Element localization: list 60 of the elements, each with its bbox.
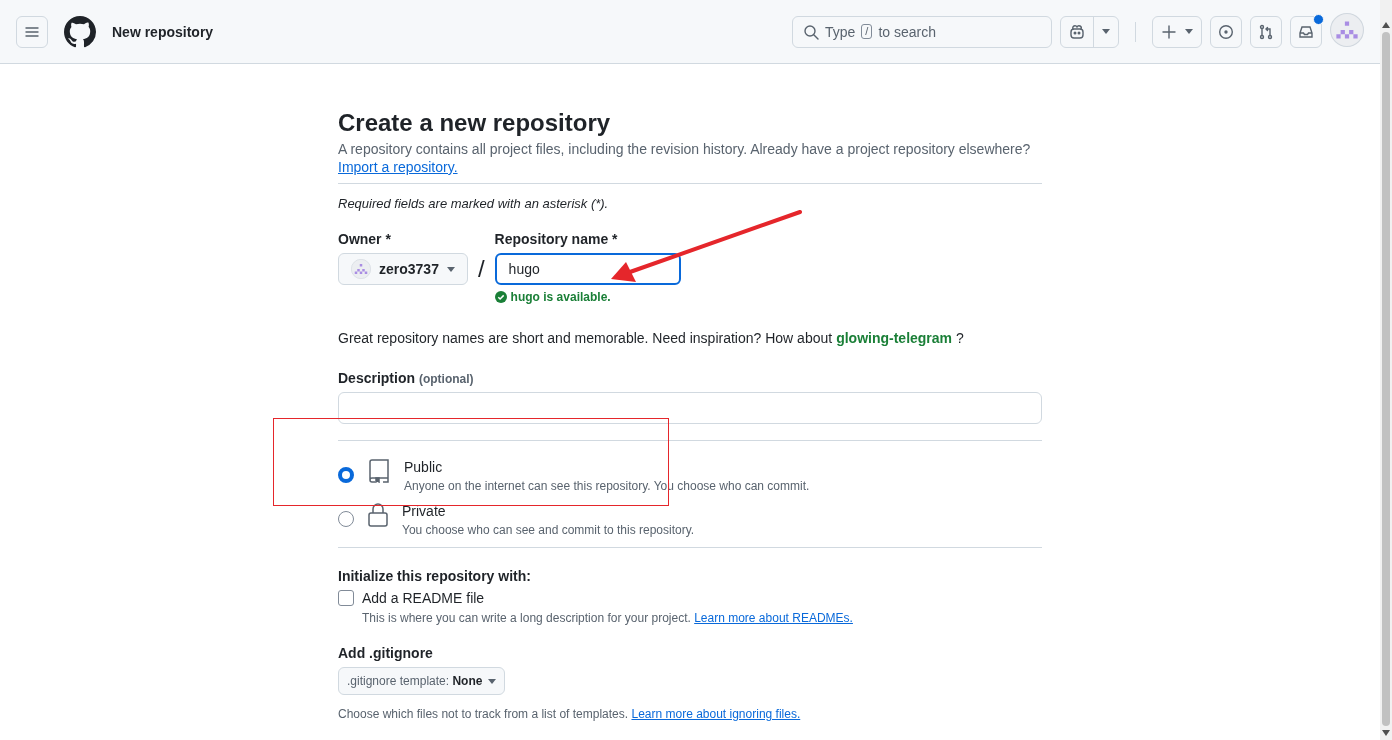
scrollbar[interactable] [1380,0,1392,740]
page-title: New repository [112,23,214,40]
availability-message: hugo is available. [510,290,611,304]
scroll-up-arrow-icon[interactable] [1382,22,1390,28]
pull-request-icon [1258,23,1274,40]
visibility-radio[interactable] [338,467,354,483]
book-icon [368,459,390,483]
circle-dot-icon [1218,23,1234,40]
visibility-description: You choose who can see and commit to this repository. [402,523,695,537]
keyboard-key: / [861,24,873,39]
octocat-logo-icon[interactable] [64,15,96,48]
search-icon [803,23,819,40]
search-field[interactable]: Type / to search [792,15,1052,48]
check-circle-icon [494,291,507,303]
gitignore-dropdown[interactable]: .gitignore template: None [338,667,506,695]
inbox-icon [1298,23,1314,40]
readme-help: This is where you can write a long description for your project. [362,611,691,625]
caret-icon [488,678,497,684]
visibility-label: Private [402,503,447,519]
robot-face-icon [1069,23,1085,40]
description-field[interactable] [338,392,1042,424]
repository-name-label: Repository name * [494,231,619,247]
readme-checkbox[interactable] [338,590,354,606]
owner-label: Owner * [338,231,392,247]
owner-dropdown[interactable]: zero3737 [338,253,468,285]
pull-requests-button[interactable] [1250,15,1282,48]
import-link[interactable]: Import a repository. [338,159,458,175]
caret-icon [1102,29,1110,34]
inbox-button[interactable] [1290,15,1322,48]
search-placeholder: Type [825,23,856,40]
visibility-label: Public [404,459,444,475]
required-note: Required fields are marked with an asterisk (*). [338,196,610,211]
create-new-button[interactable] [1152,15,1202,48]
copilot-button[interactable] [1060,15,1119,48]
page-heading: Create a new repository [338,109,612,137]
gitignore-heading: Add .gitignore [338,645,434,661]
caret-icon [1185,29,1193,34]
suggestion-suffix: ? [956,330,964,346]
optional-hint: (optional) [418,372,474,386]
gitignore-help: Choose which files not to track from a list of templates. [338,707,629,721]
padlock-icon [368,503,388,527]
visibility-radio[interactable] [338,511,354,527]
repository-name-field[interactable]: hugo [494,253,681,285]
intro-text: A repository contains all project files, including the revision history. Already have a project repository elsewhere? [338,141,1032,157]
search-placeholder: to search [878,23,936,40]
initialize-heading: Initialize this repository with: [338,568,532,584]
owner-avatar [351,259,371,279]
readmes-link[interactable]: Learn more about READMEs. [694,611,853,625]
ignoring-files-link[interactable]: Learn more about ignoring files. [631,707,801,721]
plus-icon [1161,23,1177,40]
suggested-name[interactable]: glowing-telegram [836,330,953,346]
scroll-down-arrow-icon[interactable] [1382,730,1390,736]
caret-icon [446,266,455,272]
user-avatar [1330,12,1364,47]
description-label: Description [338,370,415,386]
path-separator: / [476,255,486,283]
readme-label: Add a README file [362,590,485,606]
menu-button[interactable] [16,15,48,48]
suggestion-text: Great repository names are short and memorable. Need inspiration? How about [338,330,833,346]
issues-button[interactable] [1210,15,1242,48]
